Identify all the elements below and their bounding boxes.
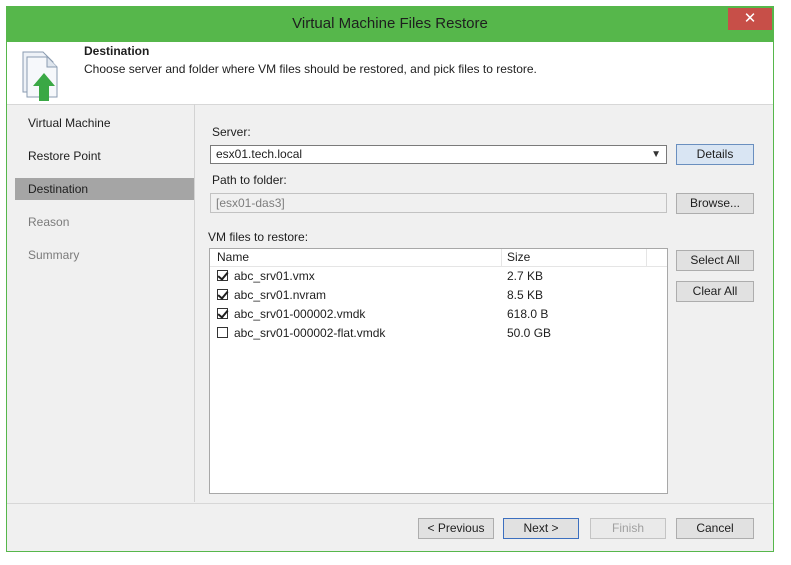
column-header-name[interactable]: Name [217,250,249,264]
file-name: abc_srv01.vmx [234,269,315,283]
select-all-button[interactable]: Select All [676,250,754,271]
footer-divider [7,503,773,504]
next-button[interactable]: Next > [503,518,579,539]
dialog-window: Virtual Machine Files Restore ✕ Destinat… [6,6,774,552]
nav-step-virtual-machine[interactable]: Virtual Machine [15,112,195,134]
file-size: 8.5 KB [507,288,544,302]
file-name: abc_srv01.nvram [234,288,327,302]
chevron-down-icon: ▼ [651,149,661,160]
wizard-steps-nav: Virtual Machine Restore Point Destinatio… [15,112,195,277]
server-label: Server: [212,125,251,139]
file-size: 2.7 KB [507,269,544,283]
files-label: VM files to restore: [208,230,309,244]
column-divider [501,249,502,266]
restore-document-icon [22,51,58,101]
browse-button[interactable]: Browse... [676,193,754,214]
file-checkbox[interactable] [217,308,228,319]
server-dropdown[interactable]: esx01.tech.local ▼ [210,145,667,164]
file-size: 50.0 GB [507,326,552,340]
dialog-client-area: Destination Choose server and folder whe… [7,42,773,551]
previous-button[interactable]: < Previous [418,518,494,539]
path-label: Path to folder: [212,173,287,187]
column-divider [646,249,647,266]
path-field: [esx01-das3] [210,193,667,213]
nav-step-restore-point[interactable]: Restore Point [15,145,195,167]
file-checkbox[interactable] [217,289,228,300]
cancel-button[interactable]: Cancel [676,518,754,539]
column-header-size[interactable]: Size [507,250,530,264]
file-row[interactable]: abc_srv01.nvram 8.5 KB [210,287,667,306]
window-title: Virtual Machine Files Restore [292,15,488,32]
nav-divider [194,104,195,502]
server-dropdown-value: esx01.tech.local [216,147,303,161]
file-size: 618.0 B [507,307,549,321]
page-title: Destination [84,44,150,58]
file-checkbox[interactable] [217,327,228,338]
list-header: Name Size [210,249,667,267]
nav-step-destination[interactable]: Destination [15,178,195,200]
vm-files-list[interactable]: Name Size abc_srv01.vmx 2.7 KB abc_srv01… [209,248,668,494]
page-description: Choose server and folder where VM files … [84,62,537,76]
wizard-header: Destination Choose server and folder whe… [7,42,773,105]
details-button[interactable]: Details [676,144,754,165]
close-button[interactable]: ✕ [728,8,772,30]
file-checkbox[interactable] [217,270,228,281]
file-row[interactable]: abc_srv01-000002.vmdk 618.0 B [210,306,667,325]
nav-step-summary: Summary [28,248,80,262]
clear-all-button[interactable]: Clear All [676,281,754,302]
file-row[interactable]: abc_srv01-000002-flat.vmdk 50.0 GB [210,325,667,344]
file-name: abc_srv01-000002.vmdk [234,307,366,321]
file-name: abc_srv01-000002-flat.vmdk [234,326,386,340]
file-row[interactable]: abc_srv01.vmx 2.7 KB [210,268,667,287]
close-icon: ✕ [743,10,757,27]
finish-button: Finish [590,518,666,539]
nav-step-reason: Reason [28,215,70,229]
